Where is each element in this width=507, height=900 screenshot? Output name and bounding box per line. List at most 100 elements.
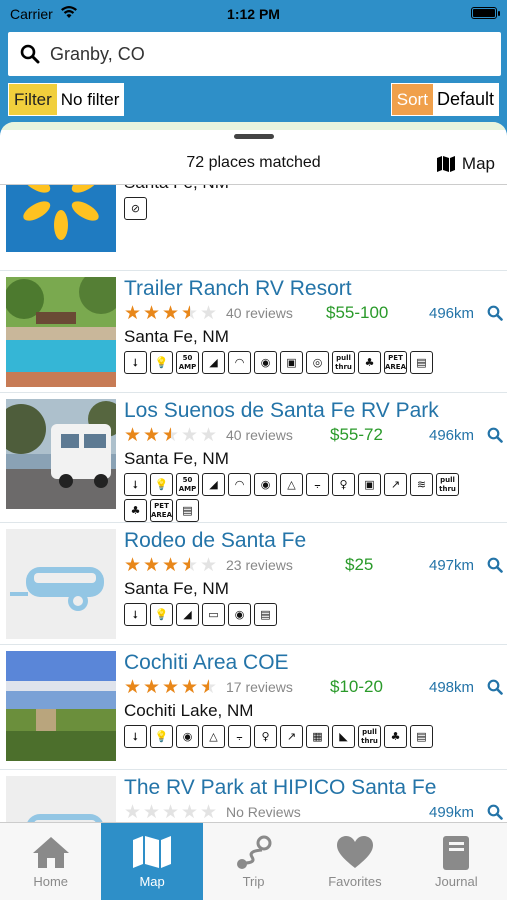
- tab-favorites[interactable]: Favorites: [304, 823, 405, 900]
- amenity-water-hookup-icon: ⭣: [124, 473, 147, 496]
- list-item[interactable]: Trailer Ranch RV Resort ★ ★ ★ ★ ★ 40 reviews…: [0, 271, 507, 393]
- amenity-electric-icon: 💡: [150, 351, 173, 374]
- listing-name[interactable]: The RV Park at HIPICO Santa Fe: [124, 776, 436, 800]
- amenity-no-overnight-parking-icon: ⊘: [124, 197, 147, 220]
- filter-value: No filter: [56, 84, 124, 115]
- amenity-50-amp-icon: 50 AMP: [176, 351, 199, 374]
- map-button[interactable]: Map: [436, 154, 495, 174]
- amenity-pull-thru-icon: pull thru: [436, 473, 459, 496]
- amenity-picnic-icon: ⨪: [306, 473, 329, 496]
- sort-value: Default: [432, 84, 498, 115]
- tab-trip[interactable]: Trip: [203, 823, 304, 900]
- amenity-pull-thru-icon: pull thru: [358, 725, 381, 748]
- rating-star-full: ★: [143, 555, 161, 576]
- listing-name[interactable]: Trailer Ranch RV Resort: [124, 277, 352, 301]
- amenity-water-hookup-icon: ⭣: [124, 351, 147, 374]
- amenity-wifi-icon: ◠: [228, 351, 251, 374]
- amenity-rv-sites-icon: ▦: [306, 725, 329, 748]
- amenity-electric-icon: 💡: [150, 473, 173, 496]
- tab-map[interactable]: Map: [101, 823, 203, 900]
- listing-thumbnail: [6, 399, 116, 509]
- amenity-water-hookup-icon: ⭣: [124, 603, 147, 626]
- amenity-bus-icon: ▤: [254, 603, 277, 626]
- rating-star-full: ★: [181, 677, 199, 698]
- sheet-drag-handle[interactable]: [234, 134, 274, 139]
- rating-star-full: ★: [143, 303, 161, 324]
- listing-location: Santa Fe, NM: [124, 449, 229, 468]
- search-nearby-icon[interactable]: [487, 427, 503, 448]
- amenity-cable-tv-icon: ▭: [202, 603, 225, 626]
- amenity-pet-area-icon: PET AREA: [384, 351, 407, 374]
- rating-star-empty: ★: [143, 802, 161, 822]
- amenity-pull-thru-icon: pull thru: [332, 351, 355, 374]
- search-icon: [20, 44, 40, 64]
- results-list[interactable]: ★★★★★ 2 reviews 495km Santa Fe, NM ⊘ Tra…: [0, 185, 507, 822]
- amenity-laundry-icon: ▣: [280, 351, 303, 374]
- amenity-picnic-icon: ⨪: [228, 725, 251, 748]
- tab-journal[interactable]: Journal: [406, 823, 507, 900]
- listing-price: $25: [345, 555, 374, 574]
- rating-star-empty: ★: [181, 425, 199, 446]
- listing-name[interactable]: Rodeo de Santa Fe: [124, 529, 306, 553]
- listing-rating: ★ ★ ★ ★ ★: [124, 303, 218, 324]
- rating-star-full: ★: [162, 303, 180, 324]
- search-bar[interactable]: [8, 32, 501, 76]
- amenity-water-hookup-icon: ⭣: [124, 725, 147, 748]
- search-nearby-icon[interactable]: [487, 557, 503, 578]
- search-input[interactable]: [50, 40, 480, 68]
- rating-star-empty: ★: [124, 802, 142, 822]
- listing-distance: 499km: [429, 804, 475, 821]
- listing-thumbnail: [6, 529, 116, 639]
- search-nearby-icon[interactable]: [487, 804, 503, 822]
- rating-star-empty: ★: [181, 802, 199, 822]
- amenity-shade-trees-icon: ♣: [358, 351, 381, 374]
- tab-label: Journal: [435, 874, 478, 889]
- list-item[interactable]: The RV Park at HIPICO Santa Fe ★ ★ ★ ★ ★ No …: [0, 770, 507, 822]
- map-button-label: Map: [461, 154, 495, 173]
- listing-price: $10-20: [330, 677, 383, 696]
- search-nearby-icon[interactable]: [487, 305, 503, 326]
- rating-star-empty: ★: [200, 425, 218, 446]
- rating-star-half: ★: [200, 677, 218, 698]
- rating-star-full: ★: [124, 425, 142, 446]
- search-nearby-icon[interactable]: [487, 679, 503, 700]
- amenity-icons: ⭣ 💡 50 AMP ◢ ◠ ◉ ▣ ◎ pull thru ♣ PET AREA ▤: [124, 351, 474, 374]
- listing-reviews: 17 reviews: [226, 679, 293, 695]
- amenity-boat-ramp-icon: ◣: [332, 725, 355, 748]
- rating-star-full: ★: [124, 555, 142, 576]
- tab-bar: Home Map Trip Favorites Journal: [0, 822, 507, 900]
- rating-star-full: ★: [143, 677, 161, 698]
- filter-label: Filter: [9, 84, 57, 115]
- listing-thumbnail: [6, 277, 116, 387]
- tab-label: Favorites: [328, 874, 382, 889]
- listing-location: Santa Fe, NM: [124, 579, 229, 598]
- listing-distance: 497km: [429, 557, 475, 574]
- amenity-wifi-icon: ◠: [228, 473, 251, 496]
- listing-name[interactable]: Cochiti Area COE: [124, 651, 289, 675]
- list-item[interactable]: Rodeo de Santa Fe ★ ★ ★ ★ ★ 23 reviews $25 4…: [0, 523, 507, 645]
- listing-location: Cochiti Lake, NM: [124, 701, 254, 720]
- amenity-icons: ⭣ 💡 ◢ ▭ ◉ ▤: [124, 603, 474, 626]
- tab-home[interactable]: Home: [0, 823, 101, 900]
- rating-star-half: ★: [181, 555, 199, 576]
- amenity-playground-icon: ↗: [384, 473, 407, 496]
- rating-star-empty: ★: [200, 555, 218, 576]
- filter-button[interactable]: Filter No filter: [8, 83, 125, 116]
- amenity-bus-icon: ▤: [176, 499, 199, 522]
- results-sheet: 72 places matched Map ★★★★★ 2 reviews 49…: [0, 122, 507, 822]
- amenity-playground-icon: ↗: [280, 725, 303, 748]
- status-bar: Carrier 1:12 PM: [0, 0, 507, 28]
- amenity-dump-station-icon: ◢: [202, 351, 225, 374]
- list-item[interactable]: Los Suenos de Santa Fe RV Park ★ ★ ★ ★ ★ 40 …: [0, 393, 507, 523]
- filter-sort-bar: Filter No filter Sort Default: [0, 80, 507, 120]
- amenity-bus-icon: ▤: [410, 351, 433, 374]
- listing-price: $55-72: [330, 425, 383, 444]
- listing-name[interactable]: Los Suenos de Santa Fe RV Park: [124, 399, 439, 423]
- rating-star-full: ★: [162, 677, 180, 698]
- rating-star-full: ★: [162, 555, 180, 576]
- sort-button[interactable]: Sort Default: [390, 83, 499, 116]
- list-item[interactable]: Cochiti Area COE ★ ★ ★ ★ ★ 17 reviews $10-20…: [0, 645, 507, 770]
- amenity-electric-icon: 💡: [150, 725, 173, 748]
- listing-distance: 496km: [429, 305, 475, 322]
- list-item[interactable]: ★★★★★ 2 reviews 495km Santa Fe, NM ⊘: [0, 185, 507, 271]
